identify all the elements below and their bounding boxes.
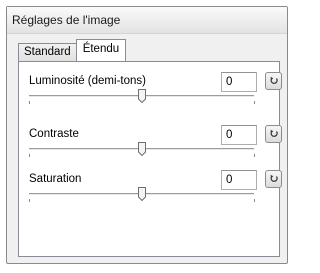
- setting-saturation: Saturation 0: [19, 170, 282, 214]
- saturation-label: Saturation: [29, 173, 82, 185]
- setting-contrast: Contraste 0: [19, 125, 282, 169]
- slider-thumb-icon[interactable]: [137, 89, 146, 103]
- brightness-label: Luminosité (demi-tons): [29, 75, 146, 87]
- slider-tick-end: [253, 101, 255, 104]
- contrast-slider[interactable]: [28, 142, 255, 158]
- slider-tick-start: [28, 154, 30, 157]
- reset-arrow-icon: [270, 174, 278, 182]
- tab-standard[interactable]: Standard: [18, 43, 77, 62]
- slider-thumb-icon[interactable]: [137, 142, 146, 156]
- extended-tab-panel: Luminosité (demi-tons) 0 Contraste 0 Sat…: [18, 61, 282, 257]
- slider-tick-end: [253, 199, 255, 202]
- slider-tick-start: [28, 199, 30, 202]
- reset-arrow-icon: [270, 76, 278, 84]
- brightness-slider[interactable]: [28, 89, 255, 105]
- slider-thumb-icon[interactable]: [137, 187, 146, 201]
- reset-arrow-icon: [270, 129, 278, 137]
- window-title: Réglages de l'image: [12, 13, 121, 27]
- image-settings-dialog: Réglages de l'image Standard Étendu Lumi…: [6, 6, 288, 264]
- brightness-reset-button[interactable]: [265, 72, 282, 90]
- setting-brightness: Luminosité (demi-tons) 0: [19, 72, 282, 116]
- slider-tick-start: [28, 101, 30, 104]
- saturation-slider[interactable]: [28, 187, 255, 203]
- tab-strip: Standard Étendu: [18, 39, 127, 62]
- tab-extended[interactable]: Étendu: [75, 39, 127, 61]
- saturation-reset-button[interactable]: [265, 170, 282, 188]
- title-bar[interactable]: Réglages de l'image: [7, 7, 287, 34]
- contrast-reset-button[interactable]: [265, 125, 282, 143]
- slider-tick-end: [253, 154, 255, 157]
- contrast-label: Contraste: [29, 128, 79, 140]
